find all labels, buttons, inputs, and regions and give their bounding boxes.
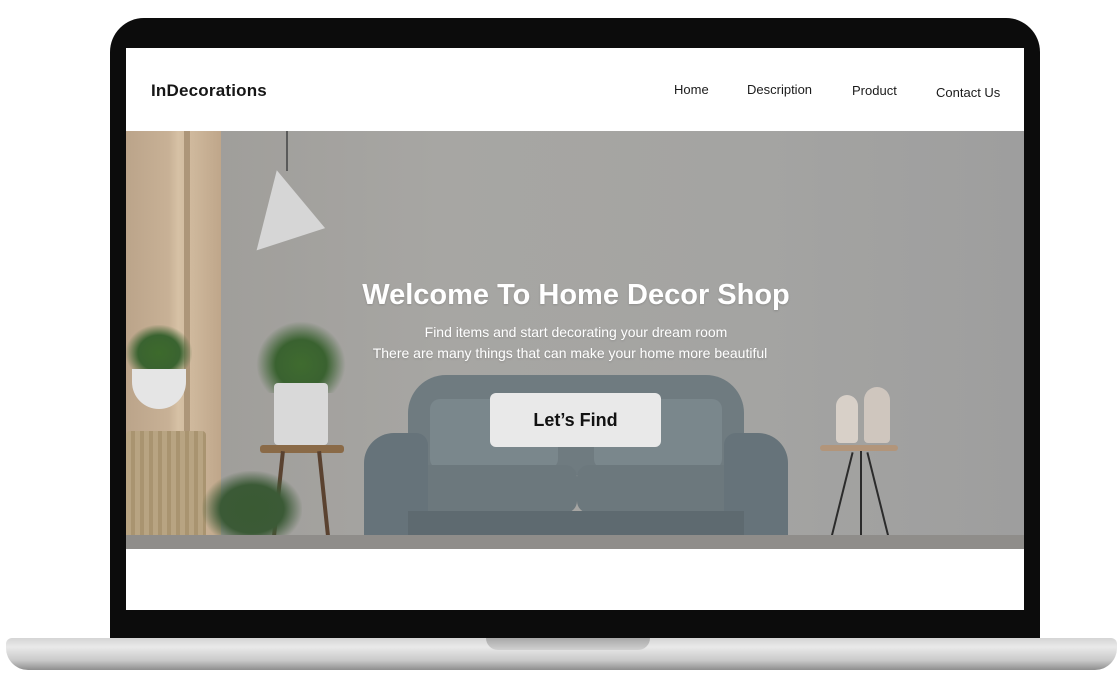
vase xyxy=(864,387,890,443)
nav-link-contact-us[interactable]: Contact Us xyxy=(936,85,1000,100)
nav-link-product[interactable]: Product xyxy=(852,83,897,98)
laptop-notch xyxy=(486,638,650,650)
hero-subtitle: There are many things that can make your… xyxy=(372,345,768,361)
side-table-leg xyxy=(317,451,331,545)
navbar: InDecorations Home Description Product C… xyxy=(126,48,1024,131)
nav-link-description[interactable]: Description xyxy=(747,82,812,97)
hero-section: Welcome To Home Decor Shop Find items an… xyxy=(126,131,1024,549)
pendant-lamp-cord xyxy=(286,131,288,171)
floor xyxy=(126,535,1024,549)
plant-pot xyxy=(274,383,328,445)
hero-title: Welcome To Home Decor Shop xyxy=(362,279,790,311)
side-table-leg xyxy=(828,452,854,546)
pendant-lamp xyxy=(234,161,326,251)
wicker-basket xyxy=(126,431,206,545)
side-table-right xyxy=(820,445,898,451)
vase xyxy=(836,395,858,443)
sofa-seat xyxy=(577,465,745,513)
side-table-leg xyxy=(866,452,892,546)
side-table-left xyxy=(260,445,344,453)
lets-find-button[interactable]: Let’s Find xyxy=(490,393,661,447)
hero-subtitle: Find items and start decorating your dre… xyxy=(424,324,728,340)
hero-content: Welcome To Home Decor Shop Find items an… xyxy=(126,279,1024,364)
screen: InDecorations Home Description Product C… xyxy=(126,48,1024,610)
brand-logo[interactable]: InDecorations xyxy=(151,81,267,101)
side-table-leg xyxy=(860,451,862,547)
nav-link-home[interactable]: Home xyxy=(674,82,709,97)
sofa-seat xyxy=(409,465,577,513)
